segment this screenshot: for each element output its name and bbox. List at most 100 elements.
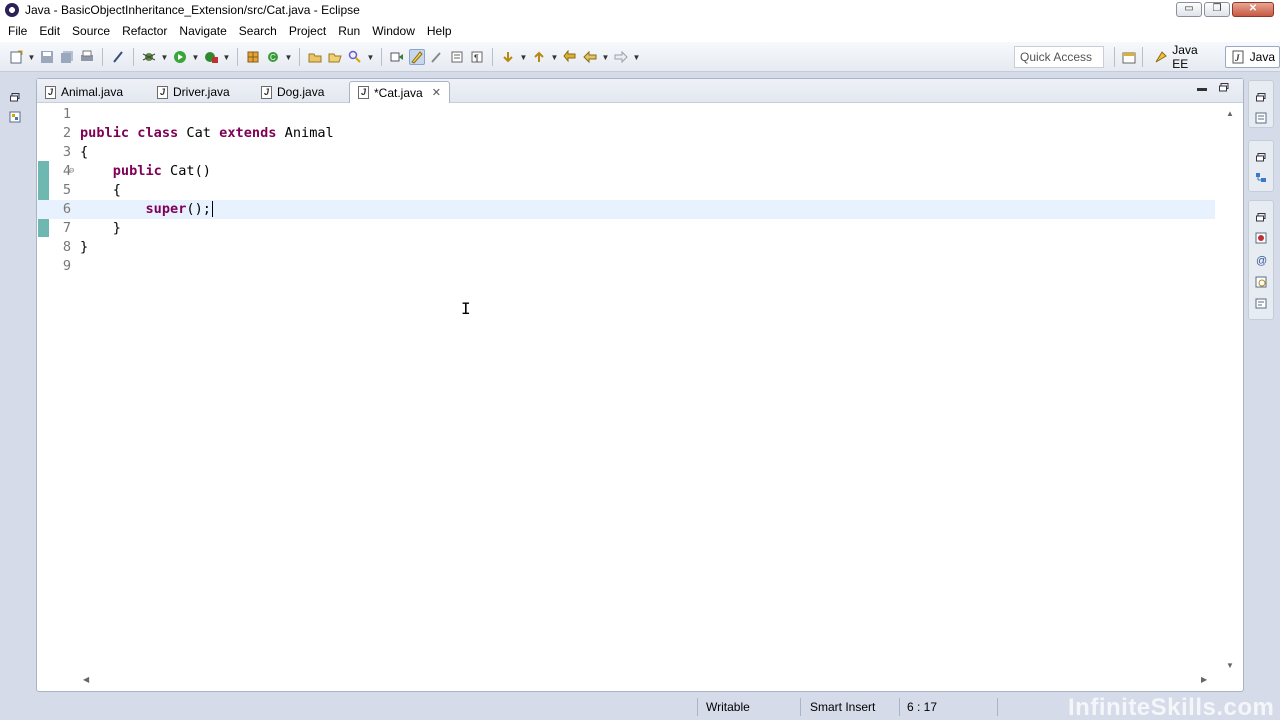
next-edit-dropdown-icon[interactable]: ▼	[520, 49, 528, 65]
new-dropdown-icon[interactable]: ▼	[28, 49, 36, 65]
scroll-up-icon[interactable]: ▲	[1226, 109, 1234, 118]
print-icon[interactable]	[79, 49, 95, 65]
maximize-view-icon[interactable]	[1219, 83, 1229, 95]
task-list-icon[interactable]	[1255, 112, 1267, 124]
last-edit-location-icon[interactable]	[562, 49, 578, 65]
minimize-view-icon[interactable]: ▬	[1197, 83, 1207, 94]
search-icon[interactable]	[347, 49, 363, 65]
restore-icon[interactable]	[1255, 152, 1267, 162]
new-icon[interactable]	[8, 49, 24, 65]
toggle-breakpoint-icon[interactable]	[110, 49, 126, 65]
toolbar-separator	[381, 48, 382, 66]
back-icon[interactable]	[582, 49, 598, 65]
javadoc-icon[interactable]: @	[1255, 255, 1267, 266]
menu-edit[interactable]: Edit	[33, 20, 66, 42]
forward-dropdown-icon[interactable]: ▼	[633, 49, 641, 65]
save-all-icon[interactable]	[59, 49, 75, 65]
external-tools-icon[interactable]	[203, 49, 219, 65]
status-separator	[800, 698, 801, 716]
save-icon[interactable]	[39, 49, 55, 65]
tab-dog-java[interactable]: J Dog.java	[253, 81, 332, 103]
fold-collapse-icon[interactable]: ⊖	[69, 162, 74, 181]
quick-access-input[interactable]: Quick Access	[1014, 46, 1104, 68]
menu-help[interactable]: Help	[421, 20, 458, 42]
restore-icon[interactable]	[1255, 212, 1267, 222]
menu-project[interactable]: Project	[283, 20, 332, 42]
status-separator	[899, 698, 900, 716]
run-icon[interactable]	[172, 49, 188, 65]
new-class-dropdown-icon[interactable]: ▼	[285, 49, 293, 65]
run-dropdown-icon[interactable]: ▼	[192, 49, 200, 65]
new-java-package-icon[interactable]	[245, 49, 261, 65]
minimize-button[interactable]: ▭	[1176, 2, 1202, 17]
block-selection-icon[interactable]	[429, 49, 445, 65]
perspective-java-ee[interactable]: Java EE	[1149, 43, 1219, 71]
console-icon[interactable]	[1255, 298, 1267, 309]
identifier: Cat()	[170, 163, 211, 179]
code-editor[interactable]: 1 2 public class Cat extends Animal 3 { …	[37, 104, 1215, 676]
tab-cat-java[interactable]: J *Cat.java ✕	[349, 81, 450, 103]
line-number: 1	[62, 106, 71, 122]
toggle-mark-occurrences-icon[interactable]	[409, 49, 425, 65]
scroll-down-icon[interactable]: ▼	[1226, 661, 1234, 670]
word-wrap-icon[interactable]	[449, 49, 465, 65]
previous-edit-dropdown-icon[interactable]: ▼	[551, 49, 559, 65]
next-annotation-icon[interactable]	[389, 49, 405, 65]
new-java-class-icon[interactable]: C	[265, 49, 281, 65]
menu-navigate[interactable]: Navigate	[173, 20, 232, 42]
menu-run[interactable]: Run	[332, 20, 366, 42]
open-type-icon[interactable]	[307, 49, 323, 65]
toolbar-separator	[492, 48, 493, 66]
back-dropdown-icon[interactable]: ▼	[602, 49, 610, 65]
close-tab-icon[interactable]: ✕	[432, 86, 441, 99]
external-tools-dropdown-icon[interactable]: ▼	[223, 49, 231, 65]
restore-icon[interactable]	[1255, 92, 1267, 102]
debug-icon[interactable]	[141, 49, 157, 65]
menu-bar: File Edit Source Refactor Navigate Searc…	[0, 20, 1280, 42]
editor-tab-bar: J Animal.java J Driver.java J Dog.java J…	[37, 79, 1243, 103]
outline-icon[interactable]	[1255, 173, 1267, 183]
code-line: 9	[37, 257, 1215, 276]
menu-file[interactable]: File	[2, 20, 33, 42]
toolbar-separator	[1142, 47, 1144, 67]
horizontal-scrollbar[interactable]: ◀ ▶	[77, 675, 1217, 687]
open-perspective-icon[interactable]	[1121, 49, 1136, 65]
keyword: extends	[219, 125, 277, 141]
menu-source[interactable]: Source	[66, 20, 116, 42]
perspective-java[interactable]: J Java	[1224, 46, 1280, 68]
menu-search[interactable]: Search	[233, 20, 283, 42]
menu-refactor[interactable]: Refactor	[116, 20, 173, 42]
show-whitespace-icon[interactable]: ¶	[469, 49, 485, 65]
maximize-button[interactable]: ❐	[1204, 2, 1230, 17]
package-explorer-icon[interactable]	[9, 111, 21, 123]
tab-label: Driver.java	[173, 85, 230, 99]
status-bar: Writable Smart Insert 6 : 17 InfiniteSki…	[0, 694, 1280, 720]
tab-driver-java[interactable]: J Driver.java	[149, 81, 238, 103]
status-cursor-position: 6 : 17	[907, 700, 938, 714]
previous-edit-location-icon[interactable]	[531, 49, 547, 65]
vertical-scrollbar[interactable]: ▲ ▼	[1217, 104, 1243, 679]
problems-icon[interactable]	[1255, 232, 1267, 244]
java-file-icon: J	[157, 85, 168, 99]
status-writable: Writable	[706, 700, 750, 714]
watermark: InfiniteSkills.com	[1068, 694, 1275, 720]
tab-animal-java[interactable]: J Animal.java	[37, 81, 131, 103]
toolbar-separator	[1114, 47, 1115, 67]
scroll-left-icon[interactable]: ◀	[83, 675, 89, 684]
declaration-icon[interactable]	[1255, 276, 1267, 288]
identifier: ();	[186, 201, 211, 217]
next-edit-location-icon[interactable]	[500, 49, 516, 65]
status-separator	[997, 698, 998, 716]
toolbar-left-group: ▼ ▼ ▼ ▼ C ▼ ▼ ¶ ▼ ▼ ▼ ▼	[8, 48, 640, 66]
forward-icon[interactable]	[613, 49, 629, 65]
debug-dropdown-icon[interactable]: ▼	[161, 49, 169, 65]
close-window-button[interactable]: ✕	[1232, 2, 1274, 17]
line-number: 5	[62, 182, 71, 198]
search-dropdown-icon[interactable]: ▼	[367, 49, 375, 65]
scroll-right-icon[interactable]: ▶	[1201, 675, 1207, 684]
eclipse-logo-icon	[5, 3, 19, 17]
toolbar-separator	[237, 48, 238, 66]
restore-icon[interactable]	[9, 92, 21, 102]
menu-window[interactable]: Window	[366, 20, 421, 42]
open-resource-icon[interactable]	[327, 49, 343, 65]
